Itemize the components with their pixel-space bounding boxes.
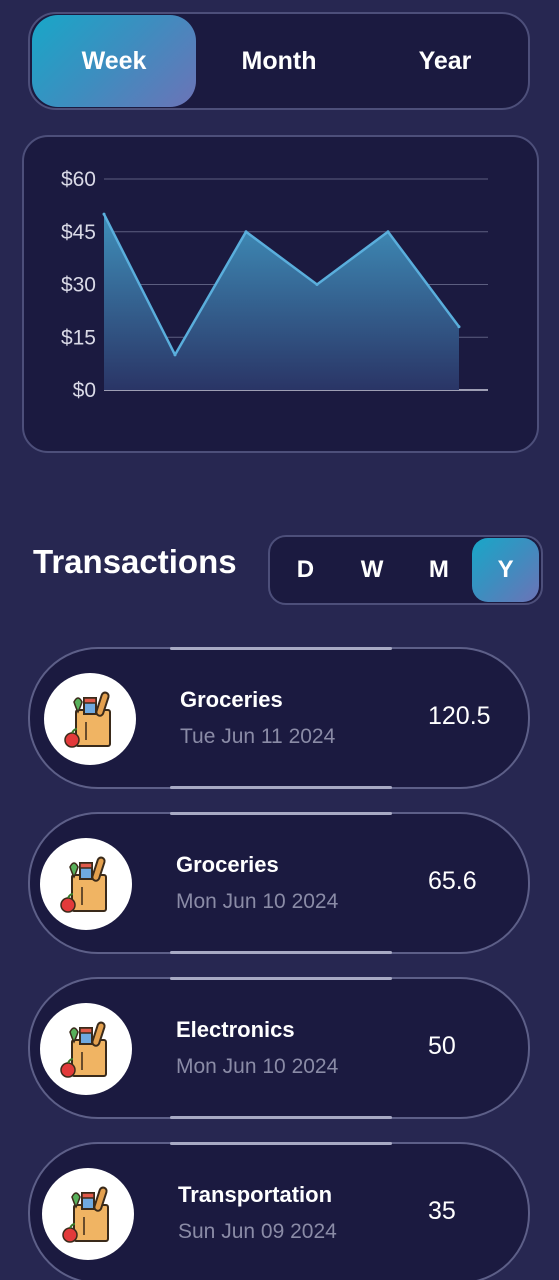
- transaction-amount: 35: [428, 1197, 456, 1225]
- range-tab-day[interactable]: D: [272, 538, 339, 602]
- tab-year[interactable]: Year: [362, 14, 528, 108]
- transaction-amount: 65.6: [428, 867, 477, 895]
- transaction-item[interactable]: Groceries Mon Jun 10 2024 65.6: [28, 812, 530, 954]
- y-tick-label: $0: [73, 379, 96, 402]
- data-point: [315, 283, 319, 286]
- transaction-item[interactable]: Electronics Mon Jun 10 2024 50: [28, 977, 530, 1119]
- transaction-date: Mon Jun 10 2024: [176, 1055, 339, 1078]
- transaction-category: Groceries: [180, 687, 283, 712]
- tab-week[interactable]: Week: [32, 15, 196, 107]
- transaction-date: Tue Jun 11 2024: [180, 725, 336, 748]
- data-point: [244, 230, 248, 234]
- y-tick-label: $45: [61, 221, 96, 244]
- grocery-bag-icon: [44, 673, 136, 765]
- transactions-title: Transactions: [33, 543, 237, 580]
- data-point: [102, 212, 106, 216]
- data-point: [386, 230, 390, 234]
- y-tick-label: $30: [61, 274, 96, 297]
- transaction-item[interactable]: Transportation Sun Jun 09 2024 35: [28, 1142, 530, 1280]
- transaction-category: Electronics: [176, 1017, 295, 1042]
- data-point: [457, 325, 461, 329]
- transaction-item[interactable]: Groceries Tue Jun 11 2024 120.5: [28, 647, 530, 789]
- transaction-amount: 50: [428, 1032, 456, 1060]
- grocery-bag-icon: [40, 838, 132, 930]
- period-selector: Week Month Year: [28, 12, 530, 110]
- range-selector: D W M Y: [268, 535, 543, 605]
- data-point: [173, 353, 177, 357]
- spending-area-chart: $0 $15 $30 $45 $60: [61, 168, 488, 402]
- range-tab-month[interactable]: M: [406, 538, 473, 602]
- area-fill: [104, 214, 459, 390]
- transaction-category: Groceries: [176, 852, 279, 877]
- transaction-category: Transportation: [178, 1182, 333, 1207]
- expense-screen: Week Month Year $0 $15 $30 $45 $60 Transacti…: [0, 0, 559, 1280]
- grocery-bag-icon: [40, 1003, 132, 1095]
- y-tick-label: $60: [61, 168, 96, 191]
- transaction-date: Sun Jun 09 2024: [178, 1220, 337, 1243]
- grocery-bag-icon: [42, 1168, 134, 1260]
- y-tick-label: $15: [61, 326, 96, 349]
- range-tab-week[interactable]: W: [339, 538, 406, 602]
- range-tab-year[interactable]: Y: [472, 538, 539, 602]
- transaction-amount: 120.5: [428, 702, 491, 730]
- tab-month[interactable]: Month: [196, 14, 362, 108]
- spending-chart-card: $0 $15 $30 $45 $60: [22, 135, 539, 453]
- transaction-date: Mon Jun 10 2024: [176, 890, 339, 913]
